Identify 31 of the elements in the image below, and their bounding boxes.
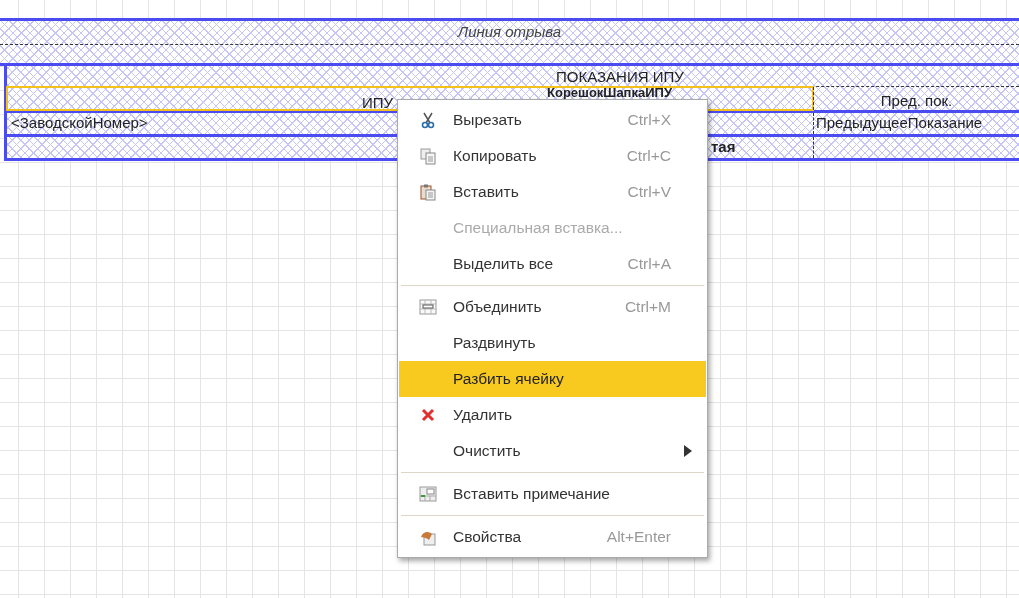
menu-item[interactable]: Вставить примечание: [399, 476, 706, 512]
shortcut-text: Ctrl+X: [627, 110, 671, 131]
menu-item[interactable]: Свойства Alt+Enter: [399, 519, 706, 555]
menu-item[interactable]: Вставить Ctrl+V: [399, 174, 706, 210]
shortcut-text: Ctrl+M: [624, 297, 671, 318]
cell-text: Пред. пок.: [880, 91, 953, 110]
menu-item[interactable]: Объединить Ctrl+M: [399, 289, 706, 325]
menu-item[interactable]: Выделить все Ctrl+A: [399, 246, 706, 282]
table-cell-text: ПредыдущееПоказание: [815, 113, 983, 134]
copy-icon: [419, 147, 437, 165]
menu-item[interactable]: Копировать Ctrl+C: [399, 138, 706, 174]
menu-item[interactable]: Очистить: [399, 433, 706, 469]
menu-item[interactable]: Удалить: [399, 397, 706, 433]
shortcut-text: Ctrl+V: [627, 182, 671, 203]
note-icon: [419, 485, 437, 503]
shortcut-text: Ctrl+A: [627, 254, 671, 275]
clipboard-icon: [419, 183, 437, 201]
report-title: ПОКАЗАНИЯ ИПУ: [556, 69, 684, 85]
menu-item[interactable]: Раздвинуть: [399, 325, 706, 361]
table-icon: [419, 298, 437, 316]
cell-text: КорешокШапкаИПУ: [547, 86, 672, 100]
tear-line-label: Линия отрыва: [457, 22, 562, 43]
shortcut-text: Alt+Enter: [606, 527, 671, 548]
table-cell-text: <ЗаводскойНомер>: [10, 113, 148, 134]
close-icon: [419, 406, 437, 424]
header-cell[interactable]: Пред. пок.: [813, 87, 1019, 110]
cell-text: ИПУ: [362, 93, 394, 113]
shortcut-text: Ctrl+C: [626, 146, 671, 167]
table-cell-text: тая: [711, 137, 736, 158]
scissors-icon: [419, 111, 437, 129]
menu-item[interactable]: Разбить ячейку: [399, 361, 706, 397]
